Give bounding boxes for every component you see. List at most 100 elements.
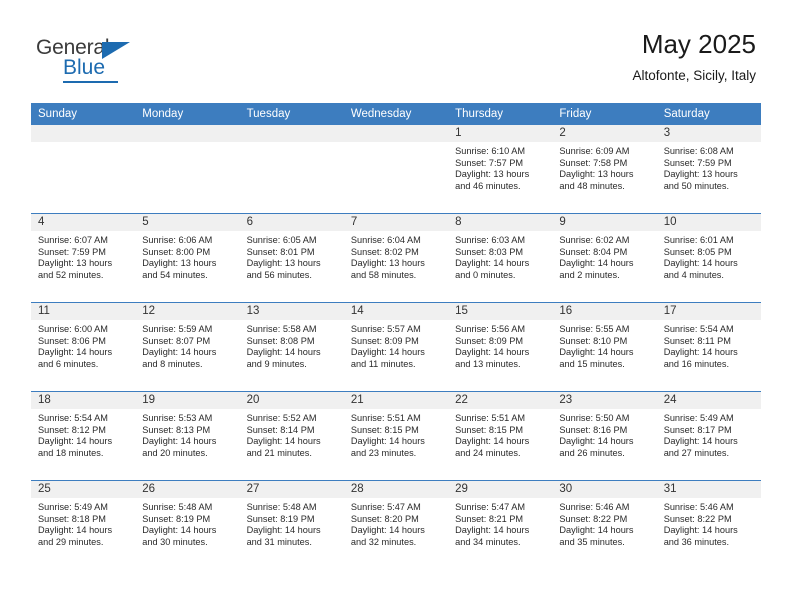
daylight-text-line1: Daylight: 14 hours — [246, 525, 321, 536]
day-number: 31 — [656, 481, 761, 498]
daylight-text-line1: Daylight: 14 hours — [246, 347, 321, 358]
calendar-day-cell[interactable]: 8 Sunrise: 6:03 AM Sunset: 8:03 PM Daylight… — [448, 214, 553, 302]
daylight-text-line1: Daylight: 14 hours — [663, 347, 738, 358]
calendar-week-row: 11 Sunrise: 6:00 AM Sunset: 8:06 PM Dayligh… — [31, 302, 761, 391]
daylight-text-line2: and 18 minutes. — [38, 447, 104, 458]
day-details: Sunrise: 5:57 AM Sunset: 8:09 PM Daylight:… — [344, 320, 448, 370]
daylight-text-line2: and 32 minutes. — [350, 536, 417, 547]
calendar-day-cell[interactable]: 17 Sunrise: 5:54 AM Sunset: 8:11 PM Dayligh… — [656, 303, 761, 391]
day-details: Sunrise: 6:01 AM Sunset: 8:05 PM Daylight:… — [657, 231, 761, 281]
calendar-day-cell[interactable]: 12 Sunrise: 5:59 AM Sunset: 8:07 PM Dayligh… — [135, 303, 240, 391]
daylight-text-line2: and 11 minutes. — [350, 358, 416, 369]
day-details: Sunrise: 5:48 AM Sunset: 8:19 PM Daylight:… — [135, 498, 239, 548]
calendar-day-cell-empty — [239, 125, 344, 213]
daylight-text-line1: Daylight: 14 hours — [559, 347, 634, 358]
calendar-day-cell[interactable]: 5 Sunrise: 6:06 AM Sunset: 8:00 PM Daylight… — [135, 214, 240, 302]
calendar-day-cell[interactable]: 28 Sunrise: 5:47 AM Sunset: 8:20 PM Dayligh… — [343, 481, 449, 569]
sunset-text: Sunset: 8:22 PM — [663, 513, 732, 524]
calendar-day-cell[interactable]: 9 Sunrise: 6:02 AM Sunset: 8:04 PM Daylight… — [552, 214, 657, 302]
day-number: 26 — [135, 481, 240, 498]
calendar-day-cell[interactable]: 18 Sunrise: 5:54 AM Sunset: 8:12 PM Dayligh… — [31, 392, 136, 480]
calendar-day-cell[interactable]: 22 Sunrise: 5:51 AM Sunset: 8:15 PM Dayligh… — [448, 392, 553, 480]
day-number: 6 — [239, 214, 344, 231]
calendar-day-cell[interactable]: 3 Sunrise: 6:08 AM Sunset: 7:59 PM Daylight… — [656, 125, 761, 213]
daylight-text-line1: Daylight: 14 hours — [350, 436, 425, 447]
calendar-day-cell[interactable]: 16 Sunrise: 5:55 AM Sunset: 8:10 PM Dayligh… — [552, 303, 657, 391]
day-details: Sunrise: 6:10 AM Sunset: 7:57 PM Daylight:… — [448, 142, 552, 192]
day-number: 22 — [448, 392, 553, 409]
day-details: Sunrise: 6:08 AM Sunset: 7:59 PM Daylight:… — [657, 142, 761, 192]
calendar-day-cell[interactable]: 27 Sunrise: 5:48 AM Sunset: 8:19 PM Dayligh… — [239, 481, 344, 569]
sunset-text: Sunset: 8:01 PM — [246, 246, 315, 257]
calendar-week-row: 18 Sunrise: 5:54 AM Sunset: 8:12 PM Dayligh… — [31, 391, 761, 480]
day-number — [239, 125, 344, 142]
sunset-text: Sunset: 7:59 PM — [38, 246, 106, 257]
calendar-day-cell[interactable]: 14 Sunrise: 5:57 AM Sunset: 8:09 PM Dayligh… — [343, 303, 449, 391]
day-of-week-sunday: Sunday — [38, 108, 78, 120]
sunrise-text: Sunrise: 5:47 AM — [455, 502, 526, 512]
day-number: 13 — [239, 303, 344, 320]
sunset-text: Sunset: 7:57 PM — [455, 157, 524, 168]
sunset-text: Sunset: 8:12 PM — [38, 424, 106, 435]
sunset-text: Sunset: 8:17 PM — [663, 424, 732, 435]
calendar-day-cell[interactable]: 19 Sunrise: 5:53 AM Sunset: 8:13 PM Dayligh… — [135, 392, 240, 480]
daylight-text-line1: Daylight: 13 hours — [246, 258, 321, 269]
day-details: Sunrise: 5:46 AM Sunset: 8:22 PM Daylight:… — [552, 498, 656, 548]
daylight-text-line2: and 20 minutes. — [142, 447, 208, 458]
calendar-day-cell-empty — [31, 125, 136, 213]
day-details: Sunrise: 5:50 AM Sunset: 8:16 PM Daylight:… — [552, 409, 656, 459]
day-number — [31, 125, 136, 142]
calendar-day-cell[interactable]: 26 Sunrise: 5:48 AM Sunset: 8:19 PM Dayligh… — [135, 481, 240, 569]
sunrise-text: Sunrise: 5:59 AM — [142, 324, 213, 334]
day-number: 30 — [552, 481, 657, 498]
general-blue-logo: General Blue — [36, 36, 216, 88]
calendar-day-cell[interactable]: 30 Sunrise: 5:46 AM Sunset: 8:22 PM Dayligh… — [552, 481, 657, 569]
calendar-day-cell[interactable]: 7 Sunrise: 6:04 AM Sunset: 8:02 PM Daylight… — [343, 214, 449, 302]
daylight-text-line1: Daylight: 14 hours — [663, 258, 738, 269]
calendar-day-cell[interactable]: 21 Sunrise: 5:51 AM Sunset: 8:15 PM Dayligh… — [343, 392, 449, 480]
calendar-day-cell[interactable]: 10 Sunrise: 6:01 AM Sunset: 8:05 PM Dayligh… — [656, 214, 761, 302]
daylight-text-line1: Daylight: 14 hours — [38, 347, 113, 358]
calendar-day-cell[interactable]: 24 Sunrise: 5:49 AM Sunset: 8:17 PM Dayligh… — [656, 392, 761, 480]
sunrise-text: Sunrise: 5:50 AM — [559, 413, 630, 423]
day-details: Sunrise: 5:59 AM Sunset: 8:07 PM Daylight:… — [135, 320, 239, 370]
sunset-text: Sunset: 8:13 PM — [142, 424, 211, 435]
sunset-text: Sunset: 8:22 PM — [559, 513, 628, 524]
calendar-day-cell-empty — [135, 125, 240, 213]
sunrise-text: Sunrise: 5:58 AM — [246, 324, 317, 334]
calendar-day-cell[interactable]: 23 Sunrise: 5:50 AM Sunset: 8:16 PM Dayligh… — [552, 392, 657, 480]
calendar-day-cell[interactable]: 13 Sunrise: 5:58 AM Sunset: 8:08 PM Dayligh… — [239, 303, 344, 391]
sunset-text: Sunset: 7:59 PM — [663, 157, 732, 168]
day-number: 25 — [31, 481, 136, 498]
sunset-text: Sunset: 8:05 PM — [663, 246, 732, 257]
calendar-day-cell[interactable]: 29 Sunrise: 5:47 AM Sunset: 8:21 PM Dayligh… — [448, 481, 553, 569]
sunrise-text: Sunrise: 5:46 AM — [559, 502, 630, 512]
daylight-text-line2: and 8 minutes. — [142, 358, 203, 369]
sunrise-text: Sunrise: 6:09 AM — [559, 146, 630, 156]
calendar-grid: Sunday Monday Tuesday Wednesday Thursday Frid… — [31, 103, 761, 569]
calendar-day-cell[interactable]: 11 Sunrise: 6:00 AM Sunset: 8:06 PM Dayligh… — [31, 303, 136, 391]
sunrise-text: Sunrise: 5:47 AM — [350, 502, 421, 512]
daylight-text-line2: and 36 minutes. — [663, 536, 730, 547]
daylight-text-line2: and 56 minutes. — [246, 269, 312, 280]
day-number: 18 — [31, 392, 136, 409]
daylight-text-line1: Daylight: 14 hours — [455, 436, 530, 447]
calendar-day-cell[interactable]: 15 Sunrise: 5:56 AM Sunset: 8:09 PM Dayligh… — [448, 303, 553, 391]
sunrise-text: Sunrise: 5:56 AM — [455, 324, 526, 334]
daylight-text-line2: and 50 minutes. — [663, 180, 730, 191]
calendar-day-cell[interactable]: 2 Sunrise: 6:09 AM Sunset: 7:58 PM Daylight… — [552, 125, 657, 213]
sunset-text: Sunset: 8:03 PM — [455, 246, 524, 257]
sunrise-text: Sunrise: 5:53 AM — [142, 413, 213, 423]
calendar-day-cell[interactable]: 6 Sunrise: 6:05 AM Sunset: 8:01 PM Daylight… — [239, 214, 344, 302]
day-number: 24 — [656, 392, 761, 409]
calendar-day-cell[interactable]: 4 Sunrise: 6:07 AM Sunset: 7:59 PM Daylight… — [31, 214, 136, 302]
logo-underline — [63, 81, 118, 83]
calendar-day-cell[interactable]: 20 Sunrise: 5:52 AM Sunset: 8:14 PM Dayligh… — [239, 392, 344, 480]
sunset-text: Sunset: 8:04 PM — [559, 246, 628, 257]
calendar-day-cell[interactable]: 31 Sunrise: 5:46 AM Sunset: 8:22 PM Dayligh… — [656, 481, 761, 569]
day-details: Sunrise: 5:49 AM Sunset: 8:17 PM Daylight:… — [657, 409, 761, 459]
calendar-day-cell[interactable]: 1 Sunrise: 6:10 AM Sunset: 7:57 PM Daylight… — [448, 125, 553, 213]
sunset-text: Sunset: 8:15 PM — [350, 424, 419, 435]
calendar-day-cell[interactable]: 25 Sunrise: 5:49 AM Sunset: 8:18 PM Dayligh… — [31, 481, 136, 569]
daylight-text-line2: and 31 minutes. — [246, 536, 312, 547]
